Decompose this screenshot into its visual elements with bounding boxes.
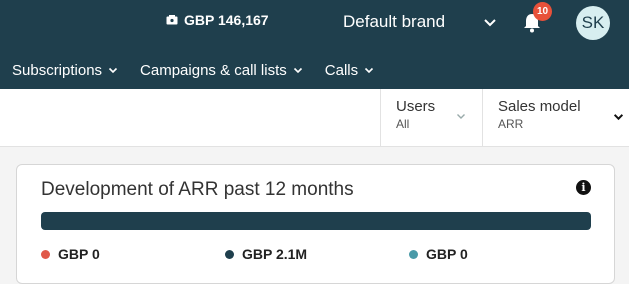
wallet-icon — [166, 15, 178, 25]
filter-bar: Users All Sales model ARR — [0, 89, 629, 147]
notification-count-badge: 10 — [533, 2, 552, 21]
balance-amount: GBP 146,167 — [184, 12, 269, 28]
nav-item-campaigns[interactable]: Campaigns & call lists — [140, 62, 303, 79]
chevron-down-icon[interactable] — [482, 14, 498, 30]
sales-model-filter-label: Sales model — [498, 98, 581, 115]
top-bar: GBP 146,167 Default brand 10 SK Subscrip… — [0, 0, 629, 89]
users-filter-value: All — [396, 117, 410, 131]
users-filter-label: Users — [396, 98, 436, 115]
arr-development-card: Development of ARR past 12 months i GBP … — [16, 164, 615, 284]
account-balance[interactable]: GBP 146,167 — [166, 12, 269, 28]
chevron-down-icon — [613, 114, 624, 121]
card-title: Development of ARR past 12 months — [41, 179, 354, 200]
avatar[interactable]: SK — [576, 6, 610, 40]
legend-item: GBP 0 — [409, 246, 468, 262]
nav-item-subscriptions[interactable]: Subscriptions — [12, 62, 118, 79]
nav-item-calls[interactable]: Calls — [325, 62, 374, 79]
nav-item-label: Campaigns & call lists — [140, 61, 287, 79]
chevron-down-icon — [293, 67, 302, 74]
legend-item: GBP 2.1M — [225, 246, 307, 262]
users-filter[interactable]: Users All — [380, 89, 483, 147]
legend-label: GBP 0 — [426, 246, 468, 262]
info-icon[interactable]: i — [576, 180, 591, 195]
main-nav: Subscriptions Campaigns & call lists Cal… — [0, 59, 384, 81]
legend-item: GBP 0 — [41, 246, 100, 262]
chevron-down-icon — [108, 67, 118, 74]
legend-label: GBP 0 — [58, 246, 100, 262]
arr-progress-bar — [41, 212, 591, 230]
sales-model-filter-value: ARR — [498, 117, 524, 131]
chevron-down-icon — [365, 67, 374, 74]
sales-model-filter[interactable]: Sales model ARR — [482, 89, 629, 147]
legend-dot — [225, 249, 234, 259]
legend-dot — [41, 249, 50, 259]
legend-label: GBP 2.1M — [242, 246, 308, 262]
nav-item-label: Calls — [324, 61, 359, 79]
legend-dot — [409, 249, 418, 259]
brand-selector[interactable]: Default brand — [343, 12, 445, 32]
nav-item-label: Subscriptions — [12, 61, 103, 79]
chevron-down-icon — [457, 114, 465, 119]
arr-progress-fill — [41, 212, 591, 230]
